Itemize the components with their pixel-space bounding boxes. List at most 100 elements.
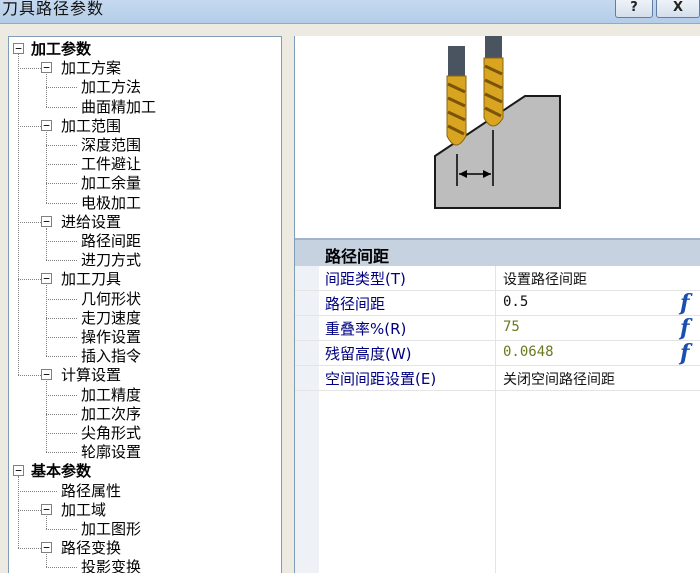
collapse-toggle-icon[interactable]: − — [41, 62, 52, 74]
collapse-toggle-icon[interactable]: − — [41, 369, 52, 381]
grid-section-header[interactable]: 路径间距 — [295, 238, 700, 266]
tree-leaf-node[interactable]: 插入指令 — [81, 346, 141, 366]
tree-connector — [46, 433, 77, 434]
property-label: 空间间距设置(E) — [325, 370, 437, 388]
tree-connector — [46, 356, 77, 358]
property-value[interactable]: 0.0648 — [503, 344, 554, 360]
tree-leaf-node[interactable]: 加工方法 — [81, 77, 141, 97]
tree-connector — [46, 183, 77, 185]
tree-leaf-node[interactable]: 加工图形 — [81, 519, 141, 539]
left-tool-shank — [448, 46, 465, 76]
illustration — [295, 36, 700, 236]
tree-connector — [46, 567, 77, 569]
property-label: 路径间距 — [325, 295, 386, 313]
tree-group-node[interactable]: 加工范围 — [61, 116, 121, 136]
collapse-toggle-icon[interactable]: − — [41, 503, 52, 515]
tree-group-node[interactable]: 加工刀具 — [61, 269, 121, 289]
right-tool-shank — [485, 36, 502, 58]
tree-connector — [46, 529, 77, 530]
collapse-toggle-icon[interactable]: − — [13, 43, 24, 54]
tree-connector — [18, 509, 41, 511]
tree-leaf-node[interactable]: 路径间距 — [81, 231, 141, 251]
tree-connector — [18, 476, 19, 549]
tree-leaf-node[interactable]: 尖角形式 — [81, 423, 141, 443]
tree-connector — [46, 515, 47, 529]
tree-connector — [46, 285, 47, 357]
tree-leaf-node[interactable]: 走刀速度 — [81, 308, 141, 328]
tree-connector — [46, 298, 77, 300]
tree-leaf-node[interactable]: 加工精度 — [81, 385, 141, 405]
tree-connector — [18, 54, 19, 376]
tree-connector — [46, 164, 77, 166]
property-row[interactable]: 残留高度(W) 0.0648 f — [295, 340, 700, 366]
close-icon: X — [672, 0, 684, 15]
collapse-toggle-icon[interactable]: − — [41, 215, 52, 227]
tree-connector — [46, 260, 77, 262]
collapse-toggle-icon[interactable]: − — [41, 542, 52, 554]
tree-group-node[interactable]: 路径变换 — [61, 538, 121, 558]
tree-connector — [46, 394, 77, 396]
tree-connector — [46, 317, 77, 319]
property-row[interactable]: 空间间距设置(E) 关闭空间路径间距 — [295, 366, 700, 391]
tree-leaf-node[interactable]: 加工余量 — [81, 173, 141, 193]
tree-connector — [46, 381, 47, 453]
tree-connector — [46, 337, 77, 338]
tree-leaf-node[interactable]: 投影变换 — [81, 557, 141, 573]
tree-connector — [46, 241, 77, 242]
tree-connector — [18, 548, 41, 550]
collapse-toggle-icon[interactable]: − — [13, 465, 24, 477]
tree-leaf-node[interactable]: 深度范围 — [81, 135, 141, 155]
tree-group-node[interactable]: 加工域 — [61, 500, 106, 520]
property-row[interactable]: 路径间距 0.5 f — [295, 290, 700, 316]
help-button[interactable]: ? — [615, 0, 653, 18]
property-row[interactable]: 重叠率%(R) 75 f — [295, 315, 700, 341]
tool-path-spacing-illustration — [434, 36, 561, 209]
tree-leaf-node[interactable]: 几何形状 — [81, 289, 141, 309]
tree-connector — [46, 87, 77, 89]
property-label: 间距类型(T) — [325, 270, 406, 288]
property-value[interactable]: 设置路径间距 — [503, 269, 587, 289]
tree-connector — [18, 490, 57, 492]
property-value[interactable]: 关闭空间路径间距 — [503, 369, 615, 389]
tree-group-node[interactable]: 路径属性 — [61, 481, 121, 501]
tree-connector — [46, 106, 77, 108]
function-icon[interactable]: f — [680, 315, 689, 341]
title-bar: 刀具路径参数 ? X — [0, 0, 700, 24]
property-grid: 路径间距 间距类型(T) 设置路径间距 路径间距 0.5 f 重叠率%(R) 75 f 残留高度… — [295, 238, 700, 573]
tree-leaf-node[interactable]: 轮廓设置 — [81, 442, 141, 462]
property-row[interactable]: 间距类型(T) 设置路径间距 — [295, 266, 700, 291]
property-value[interactable]: 75 — [503, 319, 520, 335]
tree-section-node[interactable]: 基本参数 — [31, 461, 91, 481]
tree-leaf-node[interactable]: 操作设置 — [81, 327, 141, 347]
collapse-toggle-icon[interactable]: − — [41, 119, 52, 131]
tree-connector — [46, 554, 47, 568]
tree-connector — [18, 375, 41, 377]
window-title: 刀具路径参数 — [2, 0, 105, 18]
function-icon[interactable]: f — [680, 290, 689, 316]
tree-connector — [46, 131, 47, 203]
tree-leaf-node[interactable]: 电极加工 — [81, 193, 141, 213]
tree-content: − 加工参数 − 加工方案 加工方法 曲面精加工 − 加工范围 深度范围 工件避让 加工余量 电极加工… — [9, 37, 281, 573]
tree-connector — [46, 413, 77, 415]
property-value[interactable]: 0.5 — [503, 294, 528, 310]
tree-connector — [18, 279, 41, 281]
tree-leaf-node[interactable]: 曲面精加工 — [81, 97, 156, 117]
tree-leaf-node[interactable]: 工件避让 — [81, 154, 141, 174]
property-label: 重叠率%(R) — [325, 320, 407, 338]
tree-leaf-node[interactable]: 加工次序 — [81, 404, 141, 424]
tree-connector — [18, 125, 41, 127]
tree-group-node[interactable]: 计算设置 — [61, 365, 121, 385]
close-button[interactable]: X — [656, 0, 700, 18]
tree-section-node[interactable]: 加工参数 — [31, 39, 91, 59]
tree-leaf-node[interactable]: 进刀方式 — [81, 250, 141, 270]
grid-section-title: 路径间距 — [325, 247, 390, 266]
tree-group-node[interactable]: 加工方案 — [61, 58, 121, 78]
tree-connector — [18, 221, 41, 223]
tree-connector — [46, 74, 47, 107]
collapse-toggle-icon[interactable]: − — [41, 273, 52, 285]
property-label: 残留高度(W) — [325, 345, 412, 363]
tree-group-node[interactable]: 进给设置 — [61, 212, 121, 232]
function-icon[interactable]: f — [680, 340, 689, 366]
parameter-tree[interactable]: − 加工参数 − 加工方案 加工方法 曲面精加工 − 加工范围 深度范围 工件避让 加工余量 电极加工… — [8, 36, 282, 573]
tree-connector — [46, 145, 77, 146]
